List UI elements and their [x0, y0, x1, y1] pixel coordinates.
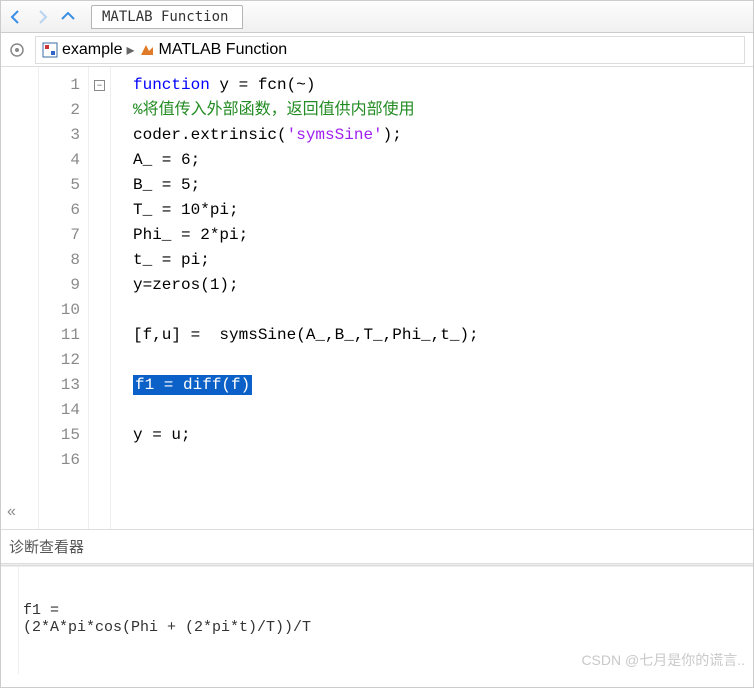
- code-text: Phi_ = 2*pi;: [133, 226, 248, 244]
- matlab-icon: [139, 42, 155, 58]
- line-number: 14: [39, 398, 80, 423]
- breadcrumb-row: example ▸ MATLAB Function: [1, 33, 753, 67]
- code-text: y = fcn(~): [210, 76, 316, 94]
- back-icon[interactable]: [7, 8, 25, 26]
- code-comment: %将值传入外部函数，返回值供内部使用: [133, 101, 415, 119]
- breadcrumb[interactable]: example ▸ MATLAB Function: [35, 36, 745, 64]
- watermark: CSDN @七月是你的谎言..: [581, 650, 745, 670]
- up-icon[interactable]: [59, 8, 77, 26]
- left-gutter: [1, 67, 39, 529]
- code-text: B_ = 5;: [133, 176, 200, 194]
- chevron-right-icon: ▸: [126, 40, 134, 60]
- fold-collapse-icon[interactable]: −: [94, 80, 105, 91]
- nav-icons: [7, 8, 85, 26]
- code-text: y=zeros(1);: [133, 276, 239, 294]
- code-text: coder.extrinsic(: [133, 126, 287, 144]
- code-editor[interactable]: function y = fcn(~) %将值传入外部函数，返回值供内部使用 c…: [111, 67, 753, 529]
- line-number: 3: [39, 123, 80, 148]
- code-text: T_ = 10*pi;: [133, 201, 239, 219]
- collapse-panel-icon[interactable]: «: [7, 503, 16, 521]
- line-number: 13: [39, 373, 80, 398]
- line-number: 4: [39, 148, 80, 173]
- forward-icon[interactable]: [33, 8, 51, 26]
- tab-bar: MATLAB Function: [91, 5, 243, 28]
- line-number: 11: [39, 323, 80, 348]
- output-line: (2*A*pi*cos(Phi + (2*pi*t)/T))/T: [23, 619, 311, 636]
- line-number: 6: [39, 198, 80, 223]
- line-number: 8: [39, 248, 80, 273]
- fold-gutter: −: [89, 67, 111, 529]
- editor-area: 1 2 3 4 5 6 7 8 9 10 11 12 13 14 15 16 −…: [1, 67, 753, 529]
- diagnostics-gutter: [1, 567, 19, 674]
- tab-active[interactable]: MATLAB Function: [91, 5, 243, 29]
- code-text: t_ = pi;: [133, 251, 210, 269]
- code-text: );: [383, 126, 402, 144]
- code-text: y = u;: [133, 426, 191, 444]
- output-line: f1 =: [23, 602, 59, 619]
- code-selection: f1 = diff(f): [133, 375, 252, 395]
- line-number: 7: [39, 223, 80, 248]
- line-number: 16: [39, 448, 80, 473]
- line-number: 1: [39, 73, 80, 98]
- breadcrumb-item-2[interactable]: MATLAB Function: [159, 41, 288, 59]
- line-number: 12: [39, 348, 80, 373]
- line-number: 9: [39, 273, 80, 298]
- line-numbers: 1 2 3 4 5 6 7 8 9 10 11 12 13 14 15 16: [39, 67, 89, 529]
- code-keyword: function: [133, 76, 210, 94]
- code-text: [f,u] = symsSine(A_,B_,T_,Phi_,t_);: [133, 326, 479, 344]
- diagnostics-output[interactable]: f1 = (2*A*pi*cos(Phi + (2*pi*t)/T))/T CS…: [19, 567, 753, 674]
- breadcrumb-item-1[interactable]: example: [62, 41, 122, 59]
- toolbar: MATLAB Function: [1, 1, 753, 33]
- diagnostics-panel: f1 = (2*A*pi*cos(Phi + (2*pi*t)/T))/T CS…: [1, 566, 753, 674]
- code-text: A_ = 6;: [133, 151, 200, 169]
- code-string: 'symsSine': [287, 126, 383, 144]
- line-number: 5: [39, 173, 80, 198]
- line-number: 10: [39, 298, 80, 323]
- simulink-icon: [42, 42, 58, 58]
- line-number: 2: [39, 98, 80, 123]
- line-number: 15: [39, 423, 80, 448]
- target-icon[interactable]: [9, 42, 25, 58]
- diagnostics-header: 诊断查看器: [1, 529, 753, 563]
